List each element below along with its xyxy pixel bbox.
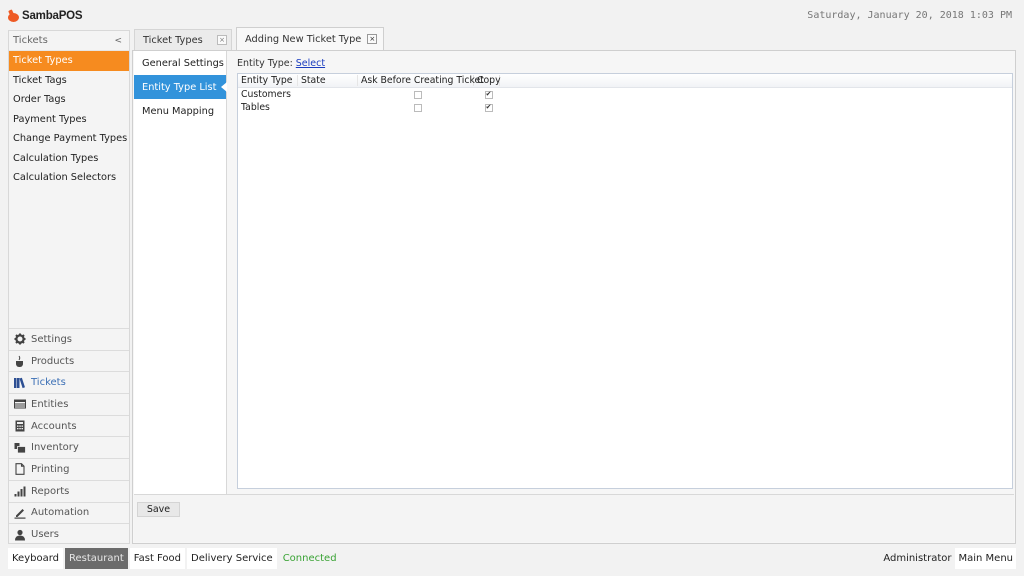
select-entity-type-link[interactable]: Select	[296, 58, 325, 69]
nav-label: Users	[31, 529, 60, 541]
tab-label: Adding New Ticket Type	[245, 33, 362, 45]
document-icon	[14, 463, 26, 476]
nav-label: Tickets	[31, 377, 66, 389]
nav-label: Settings	[31, 333, 73, 345]
nav-label: Inventory	[31, 442, 79, 454]
sidebar-item-ticket-tags[interactable]: Ticket Tags	[9, 71, 129, 91]
entity-type-label: Entity Type:	[237, 57, 293, 69]
sidebar-item-calculation-types[interactable]: Calculation Types	[9, 149, 129, 169]
column-header-copy[interactable]: Copy	[474, 75, 501, 86]
nav-item-users[interactable]: Users	[9, 523, 129, 545]
coffee-cup-icon	[14, 355, 26, 368]
delivery-service-button[interactable]: Delivery Service	[187, 548, 277, 569]
boxes-icon	[14, 442, 26, 454]
app-logo: SambaPOS	[8, 8, 83, 24]
nav-label: Reports	[31, 485, 70, 497]
nav-label: Products	[31, 355, 75, 367]
bottom-bar: Keyboard Restaurant Fast Food Delivery S…	[8, 548, 337, 569]
save-bar: Save	[134, 494, 1014, 542]
document-tabs: Ticket Types × Adding New Ticket Type ×	[134, 27, 385, 50]
tab-ticket-types[interactable]: Ticket Types ×	[134, 29, 232, 50]
nav-label: Accounts	[31, 420, 77, 432]
nav-item-tickets[interactable]: Tickets	[9, 371, 129, 393]
sidebar-item-order-tags[interactable]: Order Tags	[9, 90, 129, 110]
gear-icon	[14, 333, 26, 345]
nav-item-printing[interactable]: Printing	[9, 458, 129, 480]
bottom-right: Administrator Main Menu	[883, 548, 1016, 569]
sidebar-header: Tickets <	[9, 31, 129, 51]
fast-food-button[interactable]: Fast Food	[129, 548, 186, 569]
nav-label: Automation	[31, 507, 90, 519]
nav-item-inventory[interactable]: Inventory	[9, 436, 129, 458]
keyboard-button[interactable]: Keyboard	[8, 548, 64, 569]
tab-label: Ticket Types	[143, 34, 203, 46]
books-icon	[14, 377, 26, 389]
grid-header: Entity Type State Ask Before Creating Ti…	[238, 74, 1012, 88]
sidebar-item-payment-types[interactable]: Payment Types	[9, 110, 129, 130]
tab-menu-mapping[interactable]: Menu Mapping	[134, 99, 226, 123]
sidebar-item-ticket-types[interactable]: Ticket Types	[9, 51, 129, 71]
pen-icon	[14, 507, 26, 519]
table-row[interactable]: Tables ✔	[238, 101, 1012, 114]
cell-entity-type: Customers	[241, 89, 292, 100]
connection-status: Connected	[282, 553, 337, 564]
user-icon	[14, 529, 26, 541]
nav-item-automation[interactable]: Automation	[9, 501, 129, 524]
save-button[interactable]: Save	[137, 502, 180, 517]
nav-item-settings[interactable]: Settings	[9, 328, 129, 350]
datetime-display: Saturday, January 20, 2018 1:03 PM	[807, 10, 1012, 21]
sidebar-item-change-payment-types[interactable]: Change Payment Types	[9, 129, 129, 149]
sidebar-title: Tickets	[13, 35, 48, 46]
table-row[interactable]: Customers ✔	[238, 88, 1012, 101]
tab-general-settings[interactable]: General Settings	[134, 51, 226, 75]
sidebar-item-calculation-selectors[interactable]: Calculation Selectors	[9, 168, 129, 188]
cell-entity-type: Tables	[241, 102, 270, 113]
app-title: SambaPOS	[22, 10, 83, 22]
chevron-left-icon[interactable]: <	[114, 36, 122, 46]
nav-item-accounts[interactable]: Accounts	[9, 414, 129, 437]
nav-item-entities[interactable]: Entities	[9, 393, 129, 415]
main-menu-button[interactable]: Main Menu	[955, 548, 1016, 569]
ask-before-creating-checkbox[interactable]	[413, 90, 422, 99]
ask-before-creating-checkbox[interactable]	[413, 103, 422, 112]
close-icon[interactable]: ×	[367, 34, 378, 44]
table-icon	[14, 398, 26, 410]
calculator-icon	[14, 420, 26, 432]
nav-item-products[interactable]: Products	[9, 349, 129, 372]
restaurant-button[interactable]: Restaurant	[65, 548, 128, 569]
bar-chart-icon	[14, 485, 26, 497]
copy-checkbox[interactable]: ✔	[484, 103, 493, 112]
main-nav: Settings Products Tickets Entities Accou…	[9, 328, 129, 545]
sidebar: Tickets < Ticket Types Ticket Tags Order…	[8, 30, 130, 544]
nav-item-reports[interactable]: Reports	[9, 479, 129, 502]
nav-label: Entities	[31, 398, 69, 410]
copy-checkbox[interactable]: ✔	[484, 90, 493, 99]
close-icon[interactable]: ×	[217, 35, 227, 45]
settings-tab-list: General Settings Entity Type List Menu M…	[134, 51, 227, 494]
nav-label: Printing	[31, 463, 70, 475]
column-header-ask-before-creating-ticket[interactable]: Ask Before Creating Ticket	[358, 75, 484, 86]
user-name: Administrator	[883, 553, 952, 564]
column-header-entity-type[interactable]: Entity Type	[238, 75, 298, 86]
entity-type-selector: Entity Type: Select	[237, 56, 1007, 70]
sambapos-logo-icon	[8, 10, 19, 22]
tab-entity-type-list[interactable]: Entity Type List	[134, 75, 227, 99]
tab-adding-new-ticket-type[interactable]: Adding New Ticket Type ×	[236, 27, 385, 50]
column-header-state[interactable]: State	[298, 75, 358, 86]
entity-type-grid: Entity Type State Ask Before Creating Ti…	[237, 73, 1013, 489]
main-panel: General Settings Entity Type List Menu M…	[132, 50, 1016, 544]
